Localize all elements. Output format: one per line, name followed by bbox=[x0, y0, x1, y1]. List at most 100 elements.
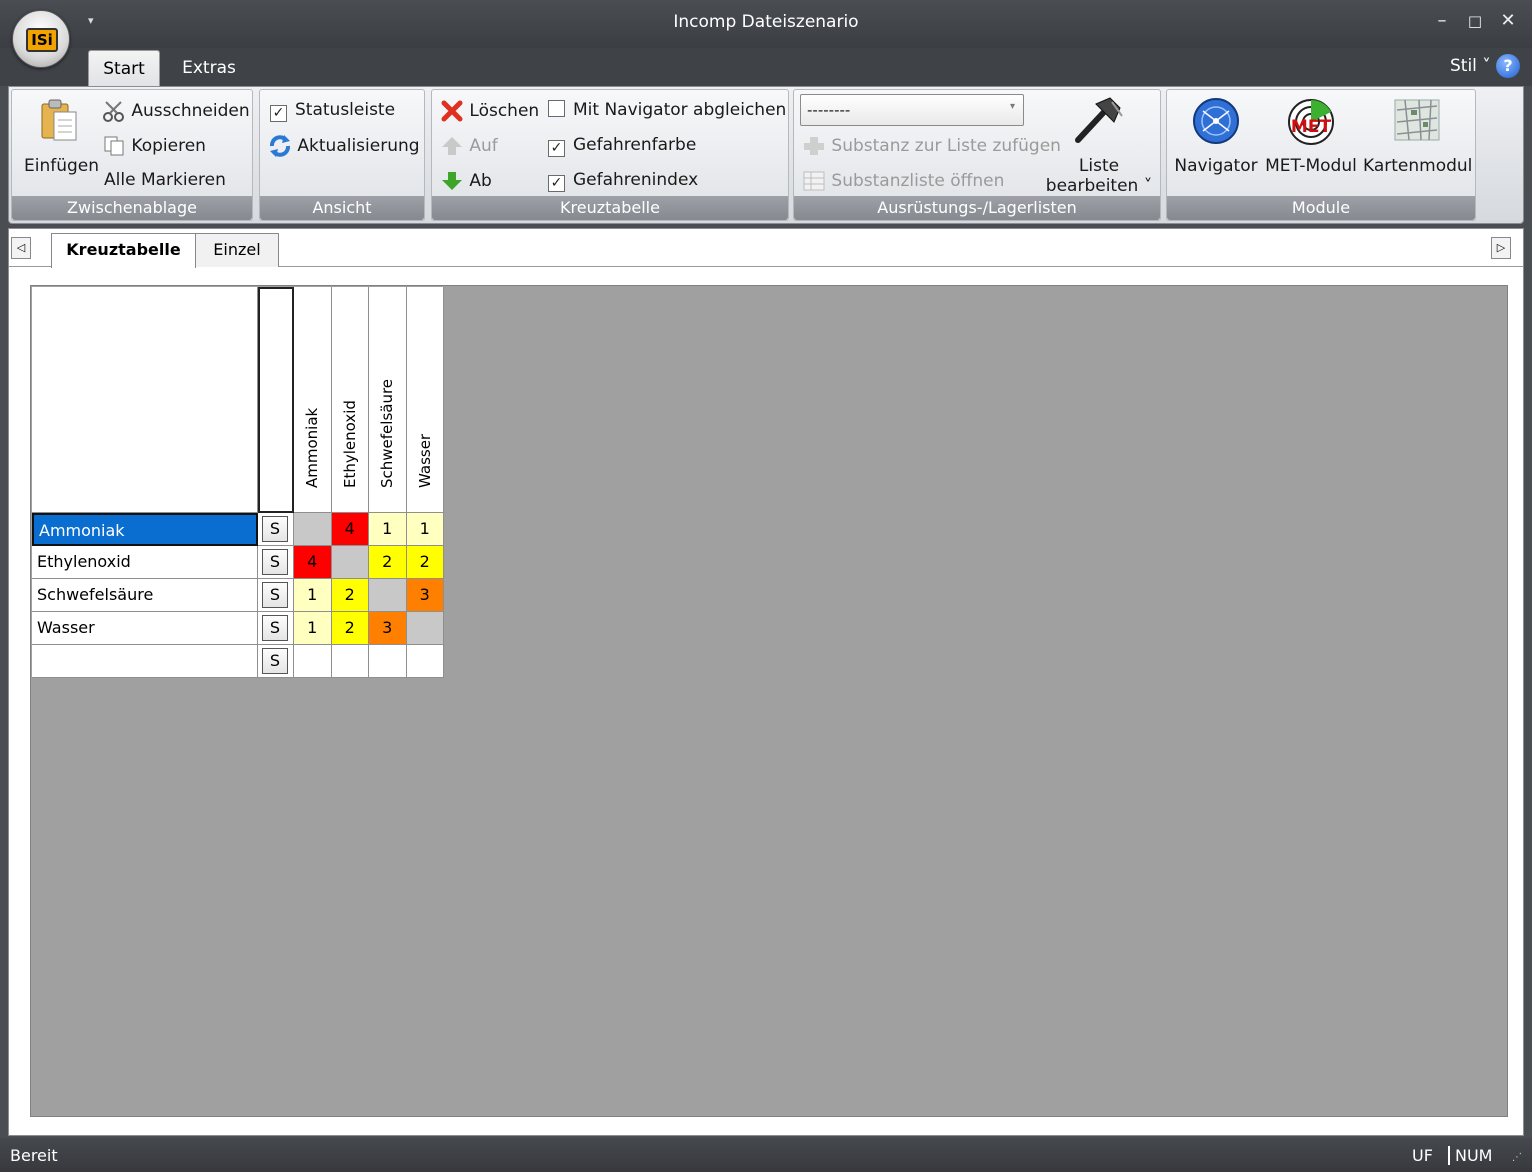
hazard-cell[interactable]: 2 bbox=[331, 579, 369, 612]
navigator-button[interactable]: Navigator bbox=[1171, 94, 1261, 198]
hazard-cell[interactable]: 4 bbox=[331, 513, 369, 546]
add-substance-button[interactable]: Substanz zur Liste zufügen bbox=[802, 135, 1061, 157]
hazard-cell[interactable] bbox=[406, 645, 444, 678]
gefahrenfarbe-check-icon: ✓ bbox=[548, 140, 565, 157]
move-down-label: Ab bbox=[469, 171, 492, 191]
style-menu[interactable]: Stil ˅ bbox=[1450, 56, 1491, 76]
hazard-cell[interactable] bbox=[369, 645, 407, 678]
doc-tab-einzel[interactable]: Einzel bbox=[195, 233, 279, 267]
copy-button[interactable]: Kopieren bbox=[102, 135, 206, 157]
minimize-button[interactable]: – bbox=[1430, 10, 1454, 31]
select-all-button[interactable]: Alle Markieren bbox=[104, 170, 226, 190]
hazard-cell[interactable] bbox=[406, 612, 444, 645]
hazard-cell[interactable] bbox=[369, 579, 407, 612]
row-name-cell[interactable] bbox=[32, 645, 258, 678]
move-up-button[interactable]: Auf bbox=[440, 135, 498, 157]
group-label-ansicht: Ansicht bbox=[260, 196, 424, 220]
row-name-cell[interactable]: Schwefelsäure bbox=[32, 579, 258, 612]
gefahrenfarbe-checkbox[interactable]: ✓ Gefahrenfarbe bbox=[548, 135, 696, 157]
mit-navigator-label: Mit Navigator abgleichen bbox=[573, 100, 787, 120]
column-header[interactable]: Ethylenoxid bbox=[331, 287, 369, 513]
column-header[interactable]: Wasser bbox=[406, 287, 444, 513]
hazard-cell[interactable]: 1 bbox=[406, 513, 444, 546]
application-menu-button[interactable]: ISi bbox=[12, 10, 70, 68]
cross-table-grid: Ammoniak Ethylenoxid Schwefelsäure Wasser Am… bbox=[30, 285, 1508, 1117]
status-num: NUM bbox=[1448, 1146, 1492, 1165]
status-bar: Bereit UF NUM ⋰ bbox=[0, 1138, 1532, 1172]
s-cell: S bbox=[258, 513, 294, 546]
group-zwischenablage: Einfügen Ausschneiden Kopieren Alle Mark… bbox=[11, 89, 253, 221]
table-corner bbox=[32, 287, 258, 513]
open-substance-list-button[interactable]: Substanzliste öffnen bbox=[802, 170, 1004, 192]
add-substance-label: Substanz zur Liste zufügen bbox=[831, 136, 1061, 156]
cut-label: Ausschneiden bbox=[131, 101, 250, 121]
s-button[interactable]: S bbox=[262, 582, 288, 608]
combobox-chevron-down-icon[interactable]: ▾ bbox=[1010, 101, 1015, 112]
mit-navigator-checkbox[interactable]: Mit Navigator abgleichen bbox=[548, 100, 786, 120]
hazard-cell[interactable]: 3 bbox=[369, 612, 407, 645]
doc-tab-kreuztabelle[interactable]: Kreuztabelle bbox=[51, 233, 196, 268]
hazard-cell[interactable]: 4 bbox=[294, 546, 332, 579]
refresh-button[interactable]: Aktualisierung bbox=[268, 135, 420, 157]
hazard-cell[interactable]: 1 bbox=[369, 513, 407, 546]
delete-button[interactable]: Löschen bbox=[440, 100, 539, 122]
hazard-cell[interactable]: 3 bbox=[406, 579, 444, 612]
s-button[interactable]: S bbox=[262, 516, 288, 542]
maximize-button[interactable]: □ bbox=[1463, 12, 1487, 30]
map-module-label: Kartenmodul bbox=[1363, 156, 1473, 176]
document-area: ◁ Kreuztabelle Einzel ▷ Ammoniak Ethyleno… bbox=[8, 228, 1524, 1136]
group-kreuztabelle: Löschen Auf Ab Mit Navigator abgleichen … bbox=[431, 89, 789, 221]
met-module-button[interactable]: MET MET-Modul bbox=[1261, 94, 1361, 198]
navigator-label: Navigator bbox=[1174, 156, 1258, 176]
map-module-button[interactable]: Kartenmodul bbox=[1363, 94, 1473, 198]
met-module-label: MET-Modul bbox=[1265, 156, 1357, 176]
statusleiste-check-icon: ✓ bbox=[270, 105, 287, 122]
statusleiste-label: Statusleiste bbox=[295, 100, 396, 120]
map-icon bbox=[1394, 99, 1440, 141]
s-button[interactable]: S bbox=[262, 615, 288, 641]
s-button[interactable]: S bbox=[262, 648, 288, 674]
paste-button[interactable]: Einfügen bbox=[24, 96, 99, 190]
column-header[interactable]: Schwefelsäure bbox=[369, 287, 407, 513]
close-button[interactable]: ✕ bbox=[1496, 10, 1520, 31]
group-label-listen: Ausrüstungs-/Lagerlisten bbox=[794, 196, 1160, 220]
edit-list-button[interactable]: Liste bearbeiten ˅ bbox=[1044, 94, 1154, 198]
statusleiste-checkbox[interactable]: ✓ Statusleiste bbox=[270, 100, 395, 122]
list-combobox[interactable]: -------- ▾ bbox=[800, 94, 1024, 126]
ribbon-tab-row: Start Extras Stil ˅ ? bbox=[0, 48, 1532, 86]
hazard-cell[interactable] bbox=[331, 645, 369, 678]
hazard-cell[interactable] bbox=[331, 546, 369, 579]
s-cell: S bbox=[258, 579, 294, 612]
row-name-cell[interactable]: Ethylenoxid bbox=[32, 546, 258, 579]
scissors-icon bbox=[103, 101, 124, 122]
hazard-cell[interactable]: 1 bbox=[294, 612, 332, 645]
move-down-button[interactable]: Ab bbox=[440, 170, 492, 192]
s-button[interactable]: S bbox=[262, 549, 288, 575]
status-uf: UF bbox=[1412, 1146, 1433, 1165]
group-label-kreuztabelle: Kreuztabelle bbox=[432, 196, 788, 220]
tab-extras[interactable]: Extras bbox=[176, 50, 242, 86]
tab-start[interactable]: Start bbox=[88, 50, 160, 86]
column-header-label: Schwefelsäure bbox=[378, 378, 397, 488]
resize-grip-icon[interactable]: ⋰ bbox=[1512, 1152, 1522, 1163]
hazard-cell[interactable]: 1 bbox=[294, 579, 332, 612]
help-icon[interactable]: ? bbox=[1496, 54, 1520, 78]
hazard-cell[interactable] bbox=[294, 513, 332, 546]
tab-scroll-right-icon[interactable]: ▷ bbox=[1491, 237, 1511, 259]
tab-scroll-left-icon[interactable]: ◁ bbox=[11, 237, 31, 259]
hazard-cell[interactable] bbox=[294, 645, 332, 678]
column-header[interactable]: Ammoniak bbox=[294, 287, 332, 513]
document-tab-bar: ◁ Kreuztabelle Einzel ▷ bbox=[9, 229, 1523, 268]
cut-button[interactable]: Ausschneiden bbox=[102, 100, 250, 122]
paste-icon bbox=[41, 99, 77, 141]
gefahrenindex-checkbox[interactable]: ✓ Gefahrenindex bbox=[548, 170, 698, 192]
column-header-label: Ethylenoxid bbox=[340, 400, 359, 488]
hazard-cell[interactable]: 2 bbox=[369, 546, 407, 579]
hazard-cell[interactable]: 2 bbox=[331, 612, 369, 645]
hazard-cell[interactable]: 2 bbox=[406, 546, 444, 579]
refresh-icon bbox=[270, 135, 290, 157]
row-name-cell[interactable]: Wasser bbox=[32, 612, 258, 645]
mit-navigator-check-icon bbox=[548, 100, 565, 117]
edit-list-label-line2: bearbeiten ˅ bbox=[1045, 176, 1153, 196]
row-name-cell[interactable]: Ammoniak bbox=[32, 513, 258, 546]
